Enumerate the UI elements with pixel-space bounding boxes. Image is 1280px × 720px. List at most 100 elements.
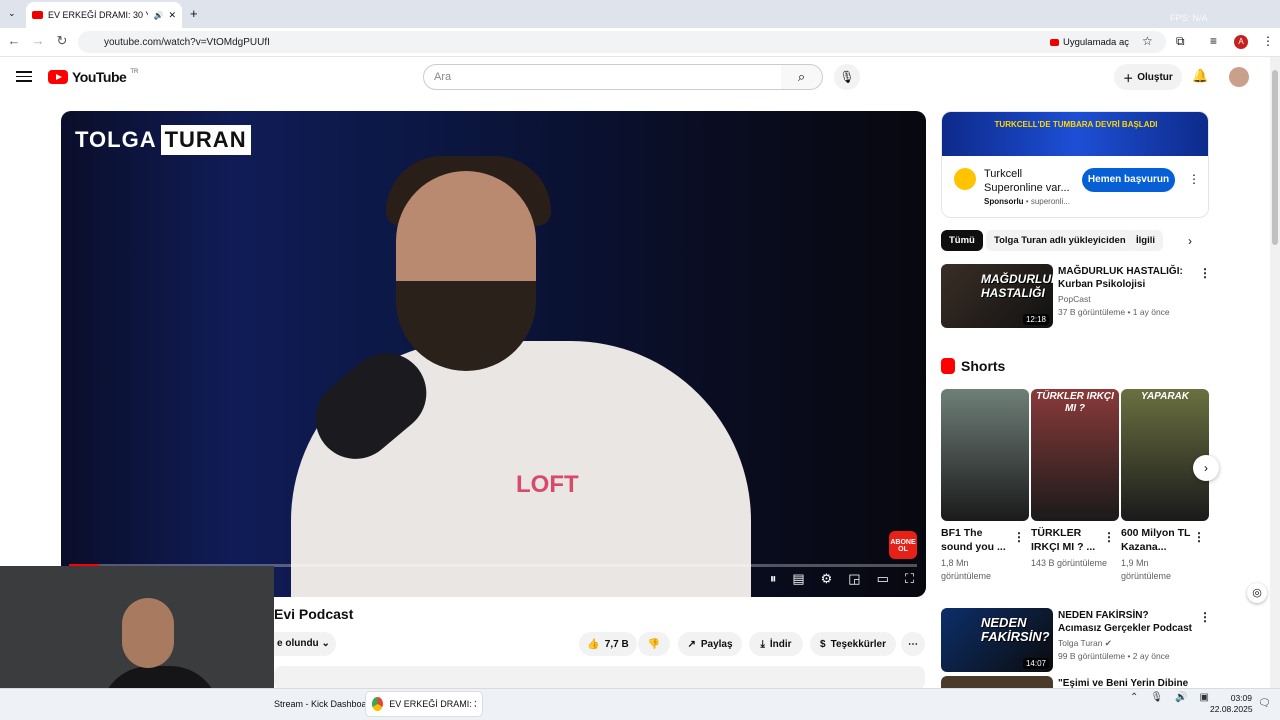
thanks-button[interactable]: $ Teşekkürler [810,632,896,656]
create-button[interactable]: ＋ Oluştur [1114,64,1182,90]
reload-button[interactable]: ↻ [54,33,70,49]
like-count: 7,7 B [604,638,629,650]
thumbs-down-icon: 👎 [647,638,661,650]
taskbar-item-kick[interactable]: Stream - Kick Dashboard [268,692,381,716]
ad-source: superonli... [1030,197,1070,206]
extensions-icon[interactable]: ⧉ [1176,34,1185,49]
taskbar-item-label: EV ERKEĞİ DRAMI: 30 Ya [389,699,476,709]
browser-tab[interactable]: EV ERKEĞİ DRAMI: 30 Yaşın 🔊 ✕ [26,2,182,28]
notifications-icon[interactable]: 🗨 [1258,698,1271,709]
chips-next-icon[interactable]: › [1188,234,1192,248]
short-more-icon[interactable]: ⋮ [1103,530,1115,544]
watermark-part-a: TOLGA [75,127,157,152]
duration-badge: 14:07 [1022,658,1049,669]
dislike-button[interactable]: 👎 [638,632,670,656]
ad-more-icon[interactable]: ⋮ [1188,172,1200,186]
new-tab-button[interactable]: + [190,6,198,21]
tab-search-icon[interactable]: ⌄ [8,8,16,19]
sponsored-label: Sponsorlu [984,197,1024,206]
short-thumbnail[interactable]: TÜRKLER IRKÇI MI ? [1031,389,1119,521]
browser-menu-icon[interactable]: ⋮ [1262,34,1274,48]
ad-cta-button[interactable]: Hemen başvurun [1082,168,1175,192]
taskbar-item-label: Stream - Kick Dashboard [274,699,375,709]
notifications-bell-icon[interactable]: 🔔 [1192,68,1208,84]
fullscreen-icon[interactable]: ⛶ [905,571,914,587]
clock-date: 22.08.2025 [1210,704,1253,714]
thanks-icon: $ [820,638,826,650]
short-title[interactable]: TÜRKLER IRKÇI MI ? ... [1031,526,1106,554]
subtitles-icon[interactable]: ▤ [792,571,804,587]
tray-volume-icon[interactable]: 🔊 [1175,692,1187,703]
short-more-icon[interactable]: ⋮ [1013,530,1025,544]
webcam-person-head [122,598,174,668]
rec-title[interactable]: NEDEN FAKİRSİN? Acımasız Gerçekler Podca… [1058,609,1193,635]
tray-chevron-icon[interactable]: ⌃ [1130,692,1138,703]
autoplay-toggle-icon[interactable]: ⏸ [770,571,777,587]
short-thumbnail[interactable]: YAPARAK [1121,389,1209,521]
video-thumbnail[interactable]: NEDEN FAKİRSİN? 14:07 [941,608,1053,672]
chip-from-uploader[interactable]: Tolga Turan adlı yükleyiciden [986,230,1134,251]
theater-mode-icon[interactable]: ▭ [877,571,889,587]
region-label: TR [130,69,139,75]
voice-search-icon[interactable]: 🎙 [834,64,860,90]
open-in-app-button[interactable]: Uygulamada aç [1050,32,1129,52]
video-player[interactable]: TOLGA TURAN LOFT ABONE OL ⏸ ▤ ⚙ ◲ ▭ ⛶ [61,111,926,597]
back-button[interactable]: ← [6,33,22,49]
hamburger-menu-icon[interactable] [16,68,32,82]
short-thumbnail[interactable] [941,389,1029,521]
subscribe-watermark[interactable]: ABONE OL [889,531,917,559]
rec-title[interactable]: MAĞDURLUK HASTALIĞI: Kurban Psikolojisi [1058,265,1193,291]
miniplayer-icon[interactable]: ◲ [848,571,860,587]
forward-button[interactable]: → [30,33,46,49]
media-controls-icon[interactable]: ≡ [1210,34,1217,48]
sponsored-ad-card[interactable]: TURKCELL'DE TUMBARA DEVRİ BAŞLADI Turkce… [941,111,1209,218]
more-actions-button[interactable]: ⋯ [901,632,925,656]
short-caption: TÜRKLER IRKÇI MI ? [1036,391,1114,414]
chip-related[interactable]: İlgili [1128,230,1163,251]
ad-banner[interactable]: TURKCELL'DE TUMBARA DEVRİ BAŞLADI [942,112,1208,156]
download-icon: ⤓ [760,638,765,650]
video-thumbnail[interactable]: MAĞDURLUK HASTALIĞI 12:18 [941,264,1053,328]
short-views: 1,8 Mn görüntüleme [941,558,992,581]
description-box[interactable] [274,666,925,690]
shorts-next-button[interactable]: › [1193,455,1219,481]
recommended-video[interactable]: NEDEN FAKİRSİN? 14:07 NEDEN FAKİRSİN? Ac… [941,608,1211,672]
subscribed-button[interactable]: e olundu ⌄ [274,632,336,656]
tray-network-icon[interactable]: ▣ [1200,692,1209,703]
rec-meta: 99 B görüntüleme • 2 ay önce [1058,651,1170,661]
taskbar-item-chrome[interactable]: EV ERKEĞİ DRAMI: 30 Ya [366,692,482,716]
extension-floating-icon[interactable]: ◎ [1247,583,1267,603]
taskbar-clock[interactable]: 03:09 22.08.2025 [1210,693,1253,715]
video-thumbnail[interactable] [941,676,1053,688]
chip-all[interactable]: Tümü [941,230,983,251]
short-more-icon[interactable]: ⋮ [1193,530,1205,544]
search-button[interactable]: ⌕ [781,64,823,90]
scrollbar-thumb[interactable] [1272,70,1278,245]
audio-icon[interactable]: 🔊 [153,11,163,20]
settings-gear-icon[interactable]: ⚙ [821,571,833,587]
bookmark-star-icon[interactable]: ☆ [1142,34,1153,48]
account-avatar[interactable] [1229,67,1249,87]
short-title[interactable]: BF1 The sound you ... [941,526,1016,554]
search-input[interactable]: Ara [423,64,782,90]
short-title[interactable]: 600 Milyon TL Kazana... [1121,526,1196,554]
recommended-video[interactable]: "Eşimi ve Beni Yerin Dibine [941,676,1209,688]
url-input[interactable]: youtube.com/watch?v=VtOMdgPUUfI [78,31,1166,53]
rec-more-icon[interactable]: ⋮ [1199,610,1211,624]
player-controls: ⏸ ▤ ⚙ ◲ ▭ ⛶ [770,571,914,587]
search-placeholder: Ara [434,71,452,83]
rec-more-icon[interactable]: ⋮ [1199,266,1211,280]
share-button[interactable]: ↗ Paylaş [678,632,742,656]
profile-avatar[interactable]: A [1234,35,1248,49]
rec-channel[interactable]: PopCast [1058,294,1091,304]
logo-text: YouTube [72,69,127,85]
tray-mic-icon[interactable]: 🎙 [1150,692,1163,703]
rec-channel[interactable]: Tolga Turan ✔ [1058,638,1112,649]
like-button[interactable]: 👍 7,7 B [579,632,637,656]
tab-close-icon[interactable]: ✕ [168,10,176,21]
download-button[interactable]: ⤓ İndir [749,632,803,656]
ad-title[interactable]: Turkcell Superonline var... [984,167,1074,195]
recommended-video[interactable]: MAĞDURLUK HASTALIĞI 12:18 MAĞDURLUK HAST… [941,264,1211,328]
rec-title[interactable]: "Eşimi ve Beni Yerin Dibine [1058,677,1193,688]
youtube-logo[interactable]: YouTube TR [48,69,138,85]
